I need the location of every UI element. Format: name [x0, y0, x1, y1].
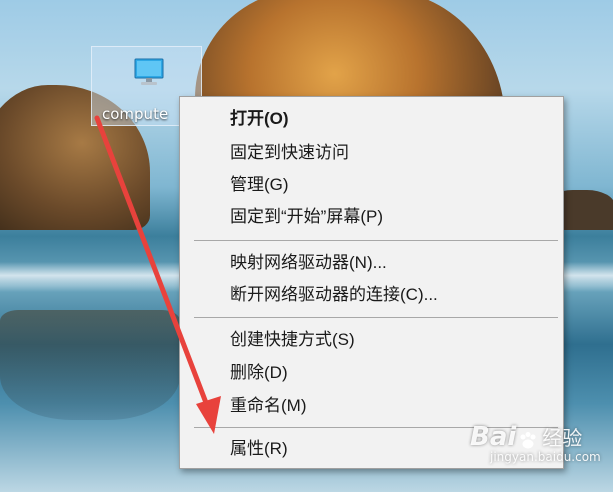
menu-item-delete[interactable]: 删除(D) — [230, 362, 288, 384]
monitor-icon — [134, 58, 164, 85]
watermark-logo: Bai — [470, 422, 517, 452]
baidu-watermark: Bai 经验 jingyan.baidu.com — [470, 422, 601, 464]
menu-item-open[interactable]: 打开(O) — [230, 108, 289, 130]
menu-item-pin-quick-access[interactable]: 固定到快速访问 — [230, 142, 349, 164]
baidu-paw-icon — [520, 431, 536, 448]
menu-item-disconnect-network-drive[interactable]: 断开网络驱动器的连接(C)... — [230, 284, 438, 306]
desktop-icon-label: compute — [102, 105, 169, 123]
menu-separator — [194, 317, 558, 318]
menu-separator — [194, 240, 558, 241]
menu-item-map-network-drive[interactable]: 映射网络驱动器(N)... — [230, 252, 387, 274]
menu-item-manage[interactable]: 管理(G) — [230, 174, 289, 196]
menu-item-create-shortcut[interactable]: 创建快捷方式(S) — [230, 329, 355, 351]
menu-item-properties[interactable]: 属性(R) — [230, 438, 288, 460]
menu-item-rename[interactable]: 重命名(M) — [230, 395, 306, 417]
watermark-subtitle: 经验 — [542, 426, 583, 450]
menu-item-pin-start[interactable]: 固定到“开始”屏幕(P) — [230, 206, 383, 228]
watermark-url: jingyan.baidu.com — [490, 450, 601, 464]
context-menu: 打开(O) 固定到快速访问 管理(G) 固定到“开始”屏幕(P) 映射网络驱动器… — [179, 96, 564, 469]
wallpaper-reflection — [0, 310, 180, 420]
